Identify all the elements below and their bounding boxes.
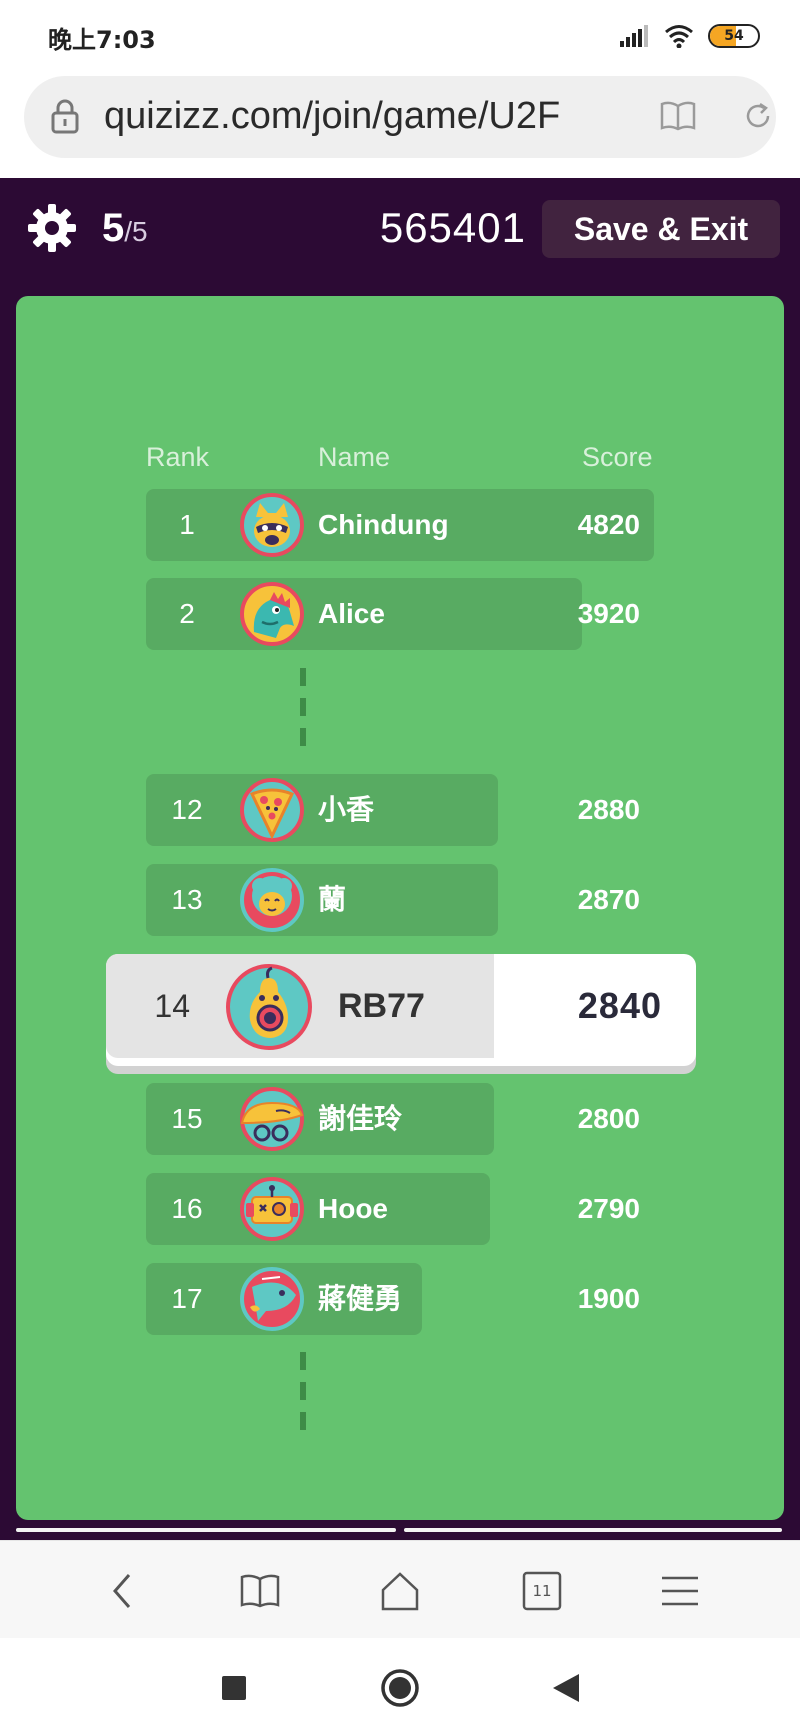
chevron-left-icon [113,1574,131,1608]
leaderboard-row: 17 蔣健勇 1900 [146,1263,640,1335]
row-score: 1900 [577,1283,640,1314]
page-indicator-segment [404,1528,782,1532]
row-rank: 16 [171,1193,203,1224]
row-name: Chindung [318,509,449,540]
current-player-row: 14 RB77 2840 [106,954,696,1066]
score-column-header: Score [582,442,653,472]
current-player-score: 2840 [577,985,662,1026]
row-name: 小香 [318,794,375,825]
row-name: 蔣健勇 [318,1283,403,1314]
row-score: 2870 [577,884,640,915]
row-score: 2790 [577,1193,640,1224]
back-button[interactable] [98,1567,146,1615]
row-rank: 12 [171,794,203,825]
current-player-rank: 14 [154,988,190,1024]
row-name: Alice [318,598,385,629]
game-header: 5/5 565401 Save & Exit [0,178,800,278]
pear-avatar-icon [226,964,312,1050]
row-rank: 1 [179,509,195,540]
gear-icon[interactable] [26,202,78,254]
menu-button[interactable] [656,1567,704,1615]
recents-button[interactable] [214,1668,254,1708]
taco-avatar-icon [240,1087,304,1151]
row-score: 3920 [577,598,640,629]
tab-count: 11 [532,1582,552,1600]
row-rank: 15 [171,1103,203,1134]
status-bar: 晚上7:03 54 [0,0,800,70]
hamburger-menu-icon [662,1576,698,1606]
row-name: 蘭 [318,884,347,915]
fish-avatar-icon [240,1267,304,1331]
home-icon [381,1572,419,1611]
triangle-back-icon [553,1674,579,1702]
lock-icon [51,99,79,134]
rank-column-header: Rank [146,442,210,472]
current-player-name: RB77 [338,987,425,1025]
wifi-icon [665,25,693,48]
save-exit-button[interactable]: Save & Exit [542,200,780,258]
battery-level: 54 [724,28,744,44]
row-name: Hooe [318,1193,388,1224]
progress-current: 5 [102,206,125,250]
leaderboard-row: 2 Alice 3920 [146,578,640,650]
row-rank: 2 [179,598,195,629]
lion-avatar-icon [240,868,304,932]
leaderboard-row: 12 小香 2880 [146,774,640,846]
leaderboard-row: 13 蘭 2870 [146,864,640,936]
robot-avatar-icon [240,1177,304,1241]
system-home-button[interactable] [380,1668,420,1708]
reader-mode-icon[interactable] [660,100,696,132]
raccoon-avatar-icon [240,493,304,557]
row-score: 2800 [577,1103,640,1134]
tabs-button[interactable]: 11 [518,1567,566,1615]
remaining-ranks-divider [300,1352,306,1442]
row-score: 2880 [577,794,640,825]
battery-icon: 54 [708,24,760,48]
row-rank: 13 [171,884,203,915]
page-indicator-segment [16,1528,396,1532]
home-button[interactable] [376,1567,424,1615]
bookmarks-button[interactable] [236,1567,284,1615]
game-code: 565401 [379,204,526,251]
url-text[interactable]: quizizz.com/join/game/U2F [104,92,624,140]
circle-icon [381,1669,419,1707]
browser-toolbar: 11 [0,1540,800,1638]
dinosaur-avatar-icon [240,582,304,646]
question-progress: 5/5 [102,206,148,251]
square-icon [222,1676,246,1700]
url-bar[interactable]: quizizz.com/join/game/U2F [24,76,776,158]
reload-icon[interactable] [742,100,774,132]
name-column-header: Name [318,442,391,472]
page-indicator [16,1528,784,1534]
status-icons: 54 [620,22,760,50]
leaderboard-row: 15 謝佳玲 2800 [146,1083,640,1155]
row-rank: 17 [171,1283,203,1314]
row-name: 謝佳玲 [318,1103,403,1134]
system-navigation-bar [0,1638,800,1733]
pizza-avatar-icon [240,778,304,842]
progress-total: /5 [124,216,148,247]
system-back-button[interactable] [546,1668,586,1708]
status-time: 晚上7:03 [48,26,156,54]
leaderboard-row: 1 Chindung 4820 [146,489,654,561]
row-score: 4820 [577,509,640,540]
book-icon [240,1574,280,1608]
skipped-ranks-divider [300,668,306,758]
signal-icon [620,25,648,47]
leaderboard-row: 16 Hooe 2790 [146,1173,640,1245]
